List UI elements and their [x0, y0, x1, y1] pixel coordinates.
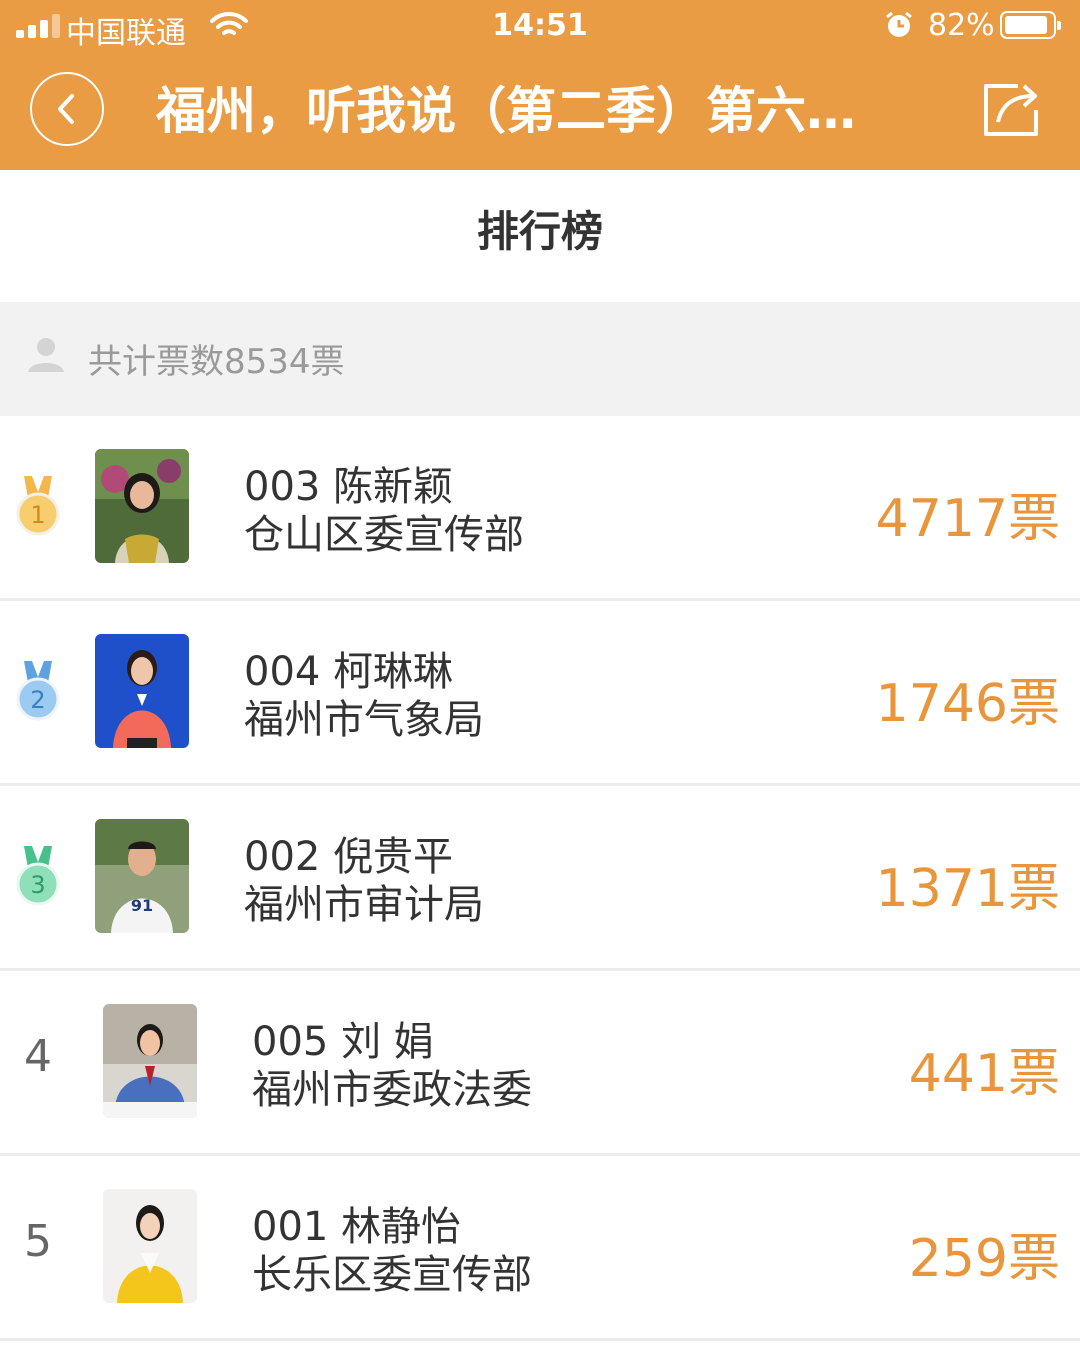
ranking-list: 1 003 陈新颖 仓山区委宣传部 4717票 2 004 柯琳琳 福州市气象局…: [0, 416, 1080, 1341]
total-votes-bar: 共计票数8534票: [0, 302, 1080, 416]
avatar: [103, 1004, 197, 1118]
share-icon: [984, 84, 1038, 136]
rank-number: 5: [24, 1216, 52, 1267]
battery-percent: 82%: [928, 8, 995, 43]
avatar: [95, 449, 189, 563]
avatar: [103, 1189, 197, 1303]
back-button[interactable]: [30, 72, 104, 146]
status-time: 14:51: [492, 8, 588, 43]
ranking-row[interactable]: 5 001 林静怡 长乐区委宣传部 259票: [0, 1156, 1080, 1341]
svg-text:91: 91: [131, 896, 153, 915]
rank-number: 4: [24, 1031, 52, 1082]
svg-text:2: 2: [30, 686, 45, 714]
alarm-icon: [886, 11, 912, 37]
chevron-left-icon: [58, 94, 74, 124]
candidate-unit: 福州市审计局: [244, 882, 484, 928]
avatar: [95, 634, 189, 748]
total-votes-text: 共计票数8534票: [88, 342, 345, 382]
vote-count: 1371票: [875, 859, 1060, 919]
bronze-medal-icon: 3: [16, 846, 60, 906]
vote-count: 441票: [908, 1044, 1060, 1104]
battery-icon: [1000, 11, 1061, 39]
vote-count: 259票: [908, 1229, 1060, 1289]
candidate-unit: 福州市委政法委: [252, 1067, 532, 1113]
avatar: 91: [95, 819, 189, 933]
ranking-row[interactable]: 1 003 陈新颖 仓山区委宣传部 4717票: [0, 416, 1080, 601]
nav-title: 福州，听我说（第二季）第六…: [156, 82, 856, 140]
silver-medal-icon: 2: [16, 661, 60, 721]
top-bar: 中国联通 14:51 82% 福州，听我说（第二季）第六…: [0, 0, 1080, 170]
candidate-unit: 长乐区委宣传部: [252, 1252, 532, 1298]
share-button[interactable]: [978, 76, 1044, 144]
ranking-row[interactable]: 2 004 柯琳琳 福州市气象局 1746票: [0, 601, 1080, 786]
candidate-unit: 仓山区委宣传部: [244, 512, 524, 558]
status-bar: 中国联通 14:51 82%: [0, 0, 1080, 56]
svg-text:3: 3: [30, 871, 45, 899]
ranking-row[interactable]: 4 005 刘 娟 福州市委政法委 441票: [0, 971, 1080, 1156]
page-title: 排行榜: [476, 207, 603, 256]
candidate-unit: 福州市气象局: [244, 697, 484, 743]
gold-medal-icon: 1: [16, 476, 60, 536]
user-icon: [28, 338, 64, 372]
svg-text:1: 1: [30, 501, 45, 529]
ranking-row[interactable]: 3 91 002 倪贵平 福州市审计局 1371票: [0, 786, 1080, 971]
vote-count: 1746票: [875, 674, 1060, 734]
vote-count: 4717票: [875, 489, 1060, 549]
